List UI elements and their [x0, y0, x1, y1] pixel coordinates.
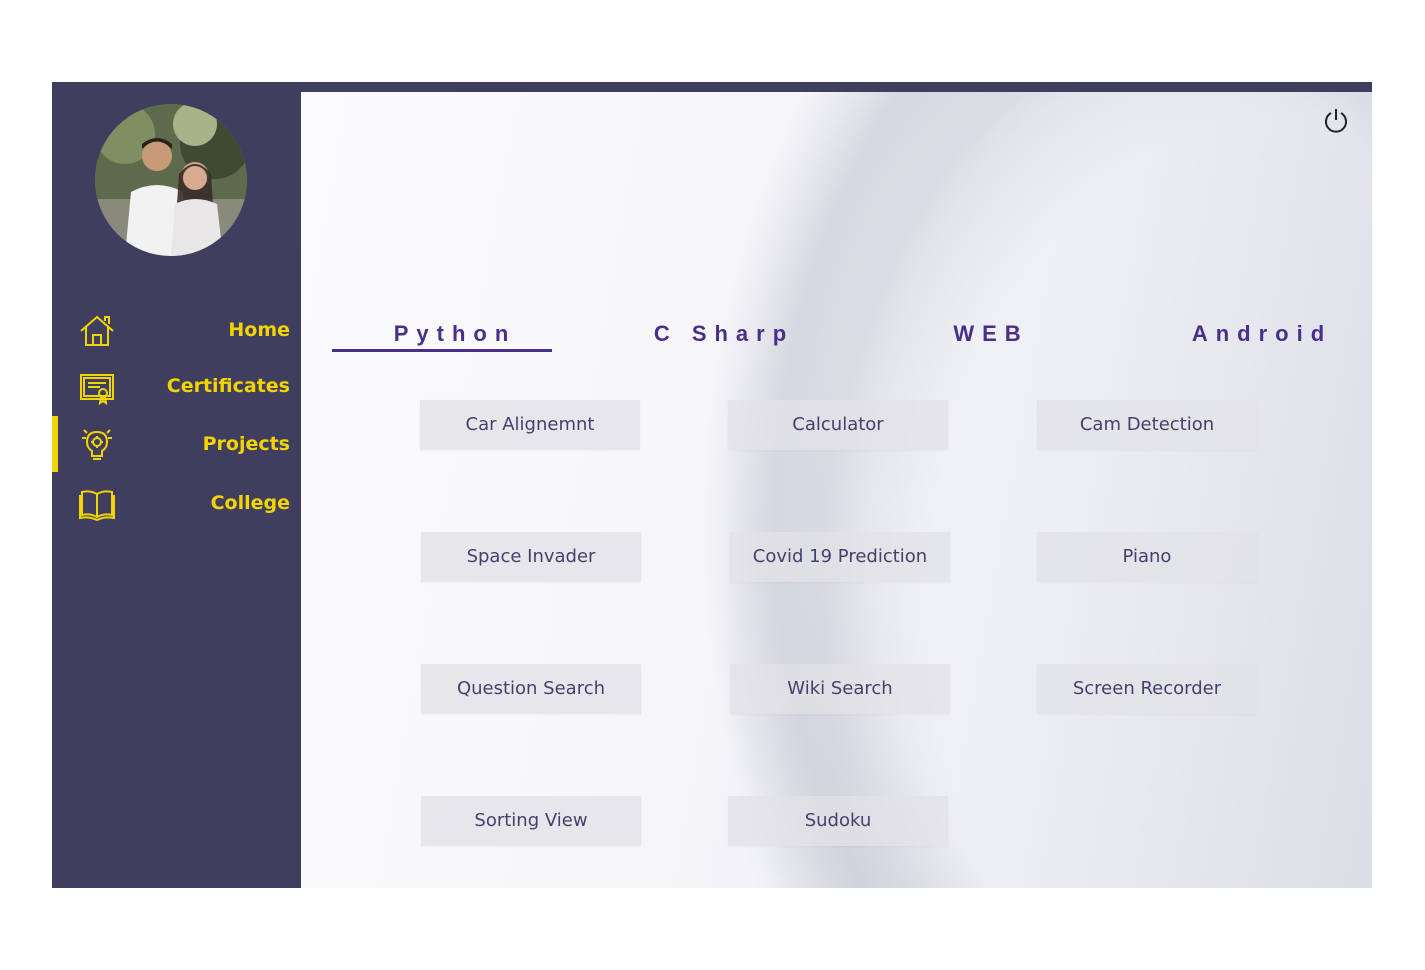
project-button-covid-19-prediction[interactable]: Covid 19 Prediction — [730, 532, 950, 582]
power-button[interactable] — [1322, 106, 1350, 134]
sidebar-item-label: College — [210, 492, 290, 514]
certificate-icon — [78, 368, 116, 406]
tab-c-sharp[interactable]: C Sharp — [649, 314, 799, 354]
book-icon — [78, 485, 116, 523]
tab-web[interactable]: WEB — [946, 314, 1036, 354]
project-button-question-search[interactable]: Question Search — [421, 664, 641, 714]
app-window: Home Certificates Projects College Pytho… — [52, 82, 1372, 888]
project-button-car-alignemnt[interactable]: Car Alignemnt — [420, 400, 640, 450]
sidebar-item-college[interactable]: College — [52, 479, 301, 529]
profile-avatar — [95, 104, 247, 256]
active-tab-underline — [332, 349, 552, 352]
sidebar-item-label: Projects — [202, 433, 290, 455]
project-button-sorting-view[interactable]: Sorting View — [421, 796, 641, 846]
project-button-piano[interactable]: Piano — [1037, 532, 1257, 582]
projects-icon — [78, 426, 116, 464]
sidebar-item-label: Home — [228, 319, 290, 341]
sidebar-item-label: Certificates — [166, 375, 290, 397]
sidebar-item-home[interactable]: Home — [52, 306, 301, 356]
sidebar: Home Certificates Projects College — [52, 82, 301, 888]
project-button-space-invader[interactable]: Space Invader — [421, 532, 641, 582]
home-icon — [78, 312, 116, 350]
project-button-wiki-search[interactable]: Wiki Search — [730, 664, 950, 714]
project-button-screen-recorder[interactable]: Screen Recorder — [1037, 664, 1257, 714]
power-icon — [1325, 109, 1347, 133]
main-content: Python C Sharp WEB Android Car Alignemnt… — [301, 92, 1372, 888]
tab-python[interactable]: Python — [385, 314, 525, 354]
tab-android[interactable]: Android — [1187, 314, 1337, 354]
project-button-sudoku[interactable]: Sudoku — [728, 796, 948, 846]
sidebar-item-certificates[interactable]: Certificates — [52, 362, 301, 412]
project-button-cam-detection[interactable]: Cam Detection — [1037, 400, 1257, 450]
project-button-calculator[interactable]: Calculator — [728, 400, 948, 450]
sidebar-item-projects[interactable]: Projects — [52, 420, 301, 470]
